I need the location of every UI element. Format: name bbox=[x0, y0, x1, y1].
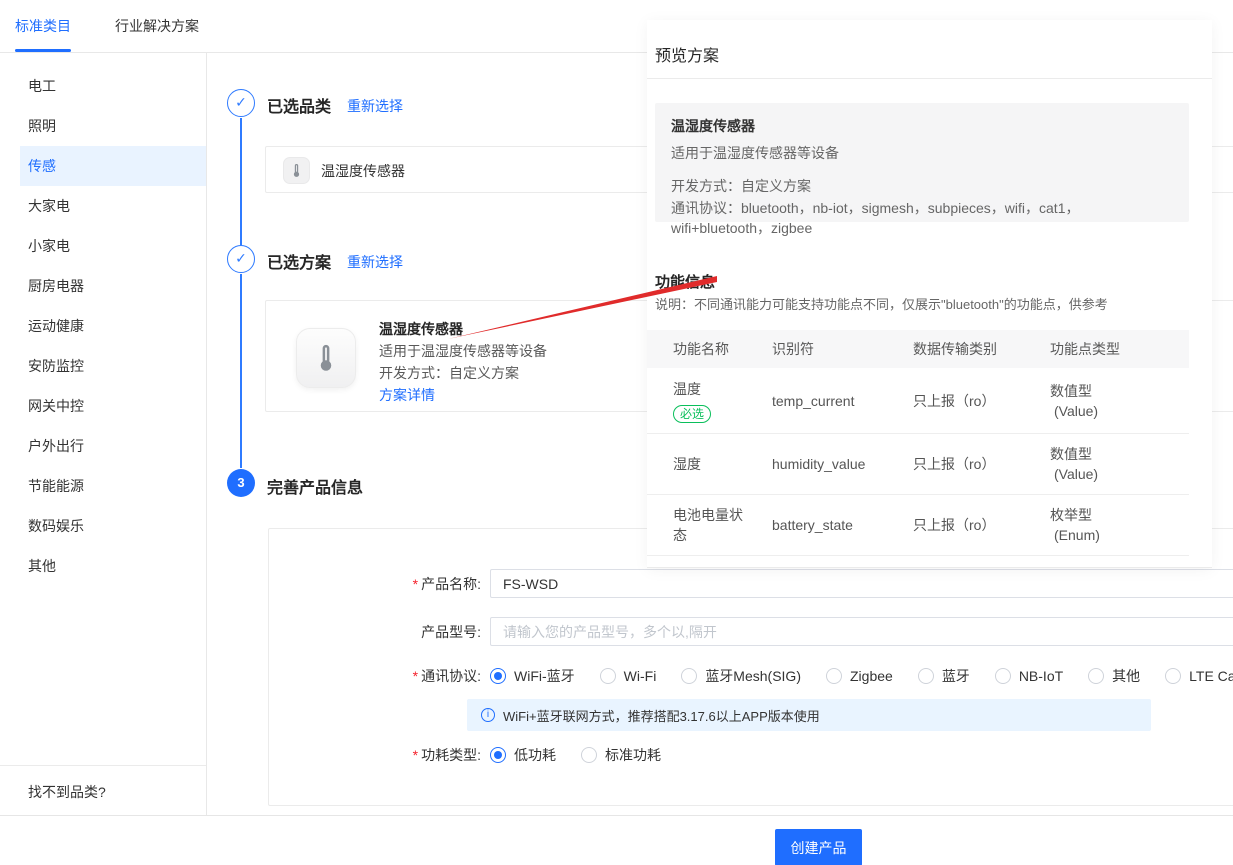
radio-low-power[interactable]: 低功耗 bbox=[490, 745, 556, 765]
required-mark: * bbox=[413, 747, 418, 763]
page: 标准类目 行业解决方案 电工 照明 传感 大家电 小家电 厨房电器 运动健康 安… bbox=[0, 0, 1233, 865]
table-row-humidity: 湿度 humidity_value 只上报（ro） 数值型 (Value) bbox=[647, 434, 1189, 495]
radio-selected-icon bbox=[490, 668, 506, 684]
table-row-temperature: 温度 必选 temp_current 只上报（ro） 数值型 (Value) bbox=[647, 368, 1189, 434]
dp-transfer-type: 只上报（ro） bbox=[913, 505, 1050, 545]
solution-desc: 适用于温湿度传感器等设备 bbox=[379, 340, 547, 362]
panel-divider bbox=[647, 78, 1212, 79]
radio-icon bbox=[681, 668, 697, 684]
product-name-label: *产品名称: bbox=[269, 574, 481, 594]
required-badge: 必选 bbox=[673, 405, 711, 423]
step3-title: 完善产品信息 bbox=[267, 474, 363, 498]
preview-solution-panel: 预览方案 温湿度传感器 适用于温湿度传感器等设备 开发方式：自定义方案 通讯协议… bbox=[647, 20, 1212, 568]
summary-desc: 适用于温湿度传感器等设备 bbox=[671, 143, 1173, 163]
function-table: 功能名称 识别符 数据传输类别 功能点类型 温度 必选 temp_current… bbox=[647, 330, 1189, 556]
radio-lte-cat1[interactable]: LTE Cat.1 bbox=[1165, 668, 1233, 684]
step2-check-icon: ✓ bbox=[227, 245, 255, 273]
dp-name: 温度 bbox=[673, 379, 701, 399]
dp-identifier: temp_current bbox=[772, 381, 913, 421]
protocol-tip-text: WiFi+蓝牙联网方式，推荐搭配3.17.6以上APP版本使用 bbox=[503, 706, 820, 725]
step2-title: 已选方案 bbox=[267, 249, 331, 273]
dp-type: 数值型 (Value) bbox=[1050, 371, 1189, 431]
info-icon: i bbox=[481, 708, 495, 722]
thermometer-icon bbox=[296, 328, 356, 388]
protocol-tip-banner: i WiFi+蓝牙联网方式，推荐搭配3.17.6以上APP版本使用 bbox=[467, 699, 1151, 731]
product-name-input[interactable] bbox=[490, 569, 1233, 598]
product-model-label: 产品型号: bbox=[269, 622, 481, 642]
summary-protocols: 通讯协议：bluetooth，nb-iot，sigmesh，subpieces，… bbox=[671, 198, 1173, 238]
protocol-label: *通讯协议: bbox=[269, 666, 481, 686]
radio-icon bbox=[600, 668, 616, 684]
function-info-title: 功能信息 bbox=[655, 271, 715, 292]
function-info-note: 说明：不同通讯能力可能支持功能点不同，仅展示"bluetooth"的功能点，供参… bbox=[655, 294, 1108, 313]
product-info-form: *产品名称: 产品型号: *通讯协议: WiFi-蓝牙 Wi-Fi 蓝牙Mesh… bbox=[268, 528, 1233, 806]
radio-icon bbox=[995, 668, 1011, 684]
solution-card-text: 温湿度传感器 适用于温湿度传感器等设备 开发方式：自定义方案 方案详情 bbox=[379, 318, 547, 406]
step-connector bbox=[240, 118, 242, 245]
radio-icon bbox=[1088, 668, 1104, 684]
solution-detail-link[interactable]: 方案详情 bbox=[379, 384, 435, 406]
radio-icon bbox=[826, 668, 842, 684]
step-connector bbox=[240, 274, 242, 468]
solution-summary-box: 温湿度传感器 适用于温湿度传感器等设备 开发方式：自定义方案 通讯协议：blue… bbox=[655, 103, 1189, 222]
required-mark: * bbox=[413, 668, 418, 684]
step1-title: 已选品类 bbox=[267, 93, 331, 117]
dp-type: 枚举型 (Enum) bbox=[1050, 495, 1189, 555]
dp-identifier: battery_state bbox=[772, 505, 913, 545]
function-table-header: 功能名称 识别符 数据传输类别 功能点类型 bbox=[647, 330, 1189, 368]
bottom-action-bar: 创建产品 bbox=[0, 815, 1233, 865]
protocol-radio-group: WiFi-蓝牙 Wi-Fi 蓝牙Mesh(SIG) Zigbee 蓝牙 NB-I… bbox=[490, 666, 1233, 686]
radio-zigbee[interactable]: Zigbee bbox=[826, 668, 893, 684]
radio-icon bbox=[581, 747, 597, 763]
radio-nb-iot[interactable]: NB-IoT bbox=[995, 668, 1063, 684]
product-model-input[interactable] bbox=[490, 617, 1233, 646]
radio-icon bbox=[1165, 668, 1181, 684]
radio-wifi[interactable]: Wi-Fi bbox=[600, 668, 657, 684]
radio-wifi-ble[interactable]: WiFi-蓝牙 bbox=[490, 666, 575, 686]
radio-icon bbox=[918, 668, 934, 684]
solution-dev-mode: 开发方式：自定义方案 bbox=[379, 362, 547, 384]
dp-identifier: humidity_value bbox=[772, 444, 913, 484]
create-product-button[interactable]: 创建产品 bbox=[775, 829, 862, 865]
step1-check-icon: ✓ bbox=[227, 89, 255, 117]
dp-transfer-type: 只上报（ro） bbox=[913, 381, 1050, 421]
preview-panel-title: 预览方案 bbox=[655, 42, 719, 66]
selected-category-name: 温湿度传感器 bbox=[321, 161, 405, 181]
summary-name: 温湿度传感器 bbox=[671, 116, 1173, 136]
summary-dev-mode: 开发方式：自定义方案 bbox=[671, 176, 1173, 196]
power-type-label: *功耗类型: bbox=[269, 745, 481, 765]
radio-other[interactable]: 其他 bbox=[1088, 666, 1140, 686]
dp-transfer-type: 只上报（ro） bbox=[913, 444, 1050, 484]
radio-bluetooth[interactable]: 蓝牙 bbox=[918, 666, 970, 686]
radio-selected-icon bbox=[490, 747, 506, 763]
radio-ble-mesh-sig[interactable]: 蓝牙Mesh(SIG) bbox=[681, 666, 801, 686]
power-radio-group: 低功耗 标准功耗 bbox=[490, 745, 661, 765]
solution-name: 温湿度传感器 bbox=[379, 318, 547, 340]
dp-type: 数值型 (Value) bbox=[1050, 434, 1189, 494]
step1-reselect-link[interactable]: 重新选择 bbox=[347, 96, 403, 116]
radio-standard-power[interactable]: 标准功耗 bbox=[581, 745, 661, 765]
dp-name: 电池电量状态 bbox=[673, 505, 745, 545]
table-row-battery-state: 电池电量状态 battery_state 只上报（ro） 枚举型 (Enum) bbox=[647, 495, 1189, 556]
step2-reselect-link[interactable]: 重新选择 bbox=[347, 252, 403, 272]
step3-number: 3 bbox=[227, 469, 255, 497]
thermometer-icon bbox=[283, 157, 310, 184]
required-mark: * bbox=[413, 576, 418, 592]
dp-name: 湿度 bbox=[673, 454, 701, 474]
